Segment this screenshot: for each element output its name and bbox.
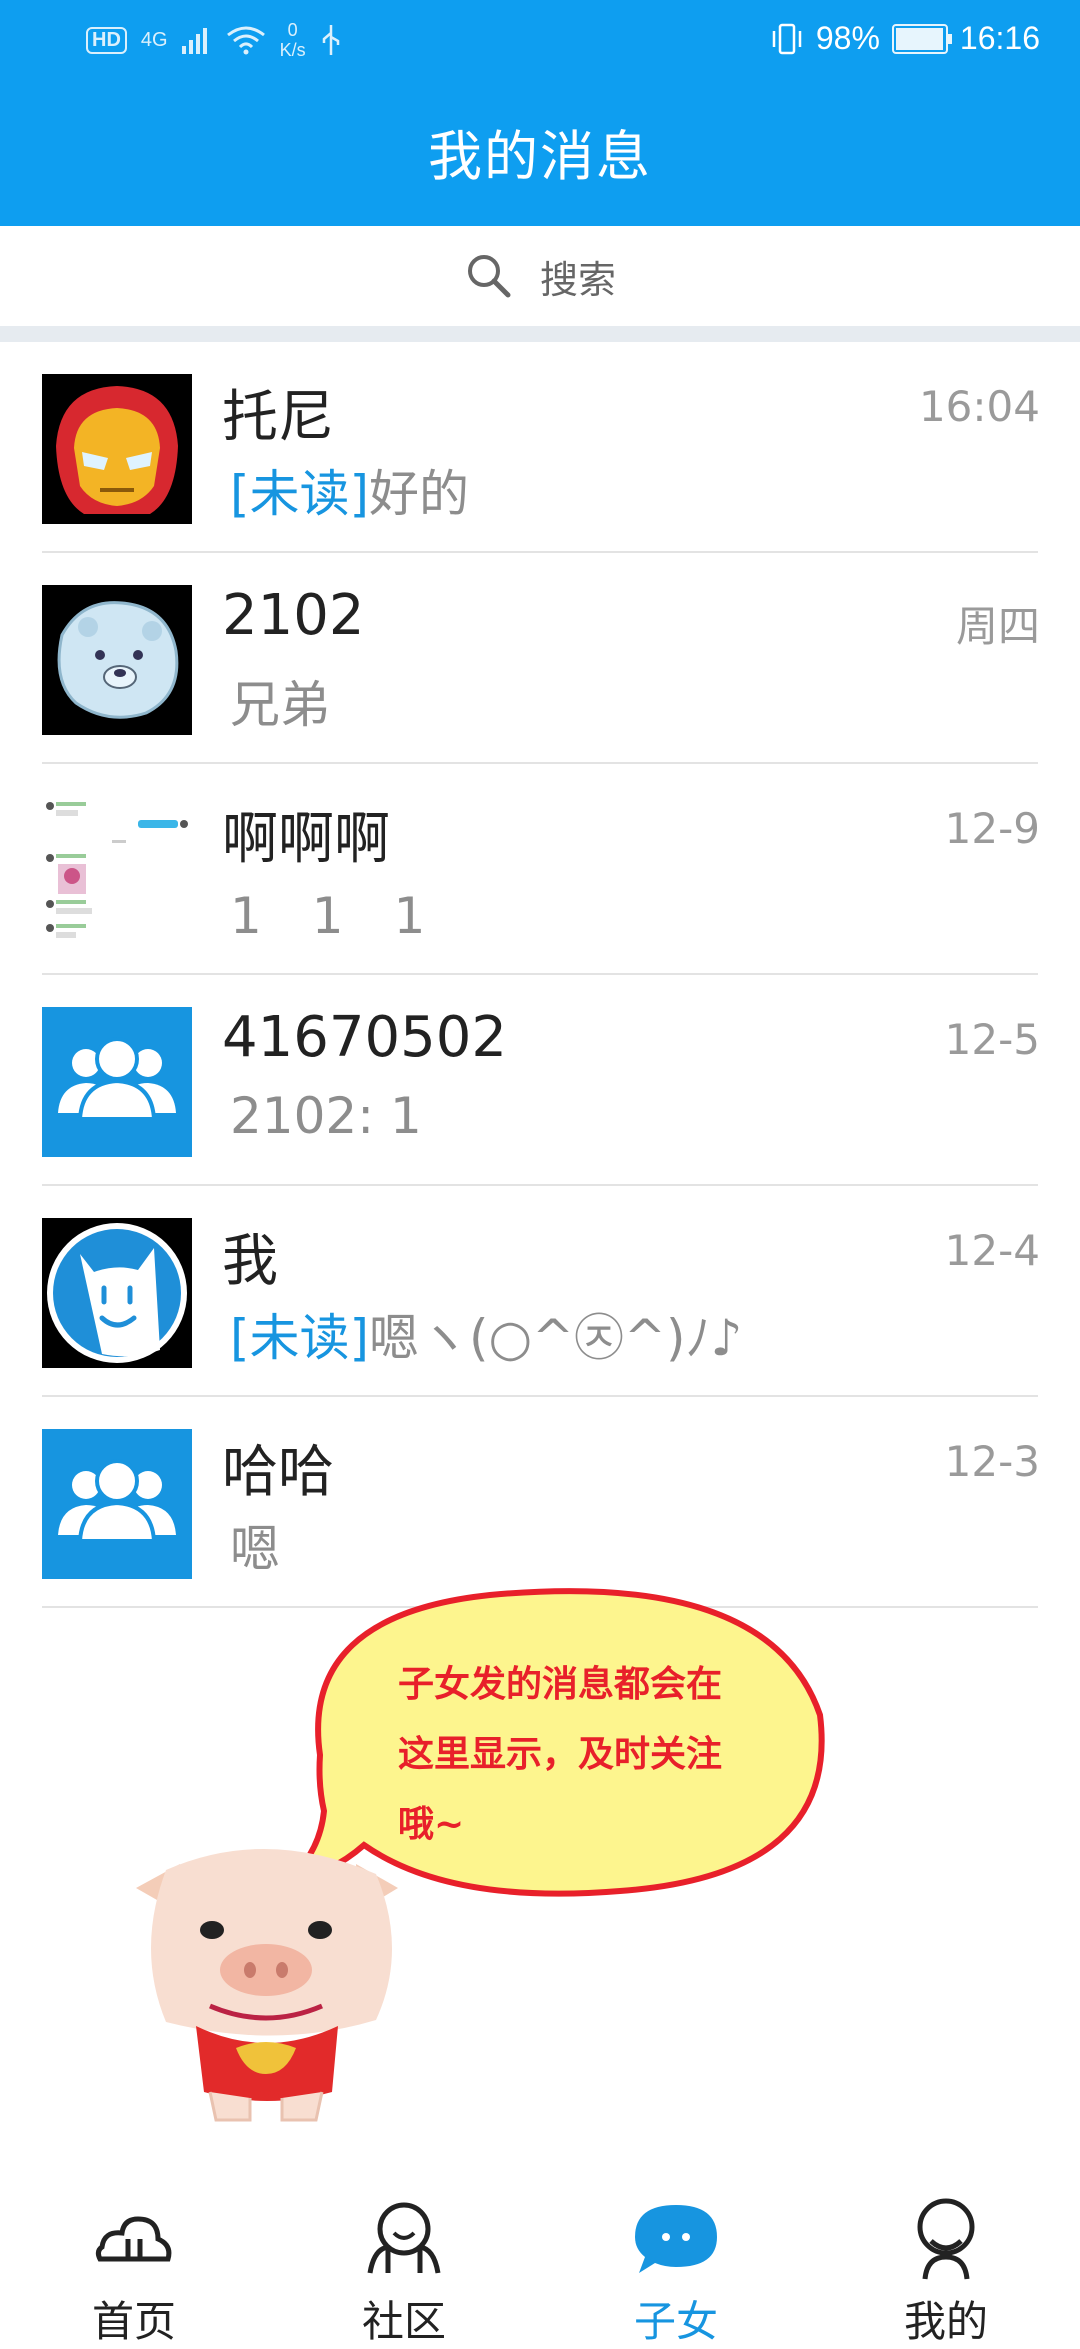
- ice-bear-avatar: [42, 585, 192, 735]
- section-divider: [0, 326, 1080, 342]
- chat-screenshot-avatar: [42, 796, 192, 946]
- conversation-row[interactable]: 41670502 12-5 2102: 1: [0, 975, 1080, 1186]
- usb-icon: [322, 25, 339, 55]
- group-icon: [42, 1429, 192, 1579]
- unread-tag: [未读]: [230, 1309, 370, 1367]
- preview-text: 1 1 1: [230, 887, 426, 945]
- conversation-list: 托尼 16:04 [未读]好的 2102 周四 兄弟 啊啊啊 12-9 1 1 …: [0, 342, 1080, 1608]
- status-time: 16:16: [959, 20, 1040, 56]
- preview-text: 嗯ヽ(○^㉨^)ﾉ♪: [369, 1309, 743, 1367]
- signal-icon: [181, 28, 207, 54]
- conversation-time: 12-4: [944, 1226, 1040, 1275]
- pig-mascot: [136, 1848, 398, 2122]
- tip-text: 子女发的消息都会在 这里显示，及时关注 哦~: [398, 1664, 723, 1845]
- cloud-home-icon: [95, 2216, 172, 2262]
- preview-text: 好的: [369, 465, 470, 523]
- search-icon: [467, 255, 511, 298]
- conversation-time: 12-3: [944, 1437, 1040, 1486]
- tab-home[interactable]: 首页: [34, 2196, 234, 2346]
- chat-bubble-icon: [635, 2205, 717, 2273]
- profile-icon: [917, 2198, 975, 2280]
- conversation-preview: 兄弟: [230, 665, 330, 737]
- page-title: 我的消息: [428, 125, 652, 188]
- conversation-name: 托尼: [222, 385, 334, 450]
- conversation-preview: 2102: 1: [230, 1087, 422, 1145]
- conversation-name: 哈哈: [222, 1440, 334, 1505]
- conversation-row[interactable]: 啊啊啊 12-9 1 1 1: [0, 764, 1080, 975]
- tab-children[interactable]: 子女: [576, 2196, 776, 2346]
- conversation-row[interactable]: 托尼 16:04 [未读]好的: [0, 342, 1080, 553]
- conversation-name: 啊啊啊: [222, 807, 390, 872]
- conversation-preview: 1 1 1: [230, 876, 425, 948]
- network-type: 4G: [140, 28, 168, 51]
- tab-community[interactable]: 社区: [304, 2196, 504, 2346]
- search-bar[interactable]: 搜索: [0, 226, 1080, 326]
- bottom-tabbar: 首页 社区 子女 我的: [0, 2180, 1080, 2346]
- conversation-name: 2102: [222, 583, 365, 648]
- preview-text: 2102: 1: [230, 1087, 422, 1145]
- hd-indicator: HD: [86, 26, 127, 54]
- group-icon: [42, 1007, 192, 1157]
- conversation-time: 16:04: [918, 382, 1040, 431]
- search-placeholder: 搜索: [539, 257, 616, 302]
- wifi-icon: [226, 26, 265, 55]
- preview-text: 兄弟: [230, 676, 330, 734]
- conversation-preview: [未读]嗯ヽ(○^㉨^)ﾉ♪: [230, 1298, 742, 1370]
- conversation-row[interactable]: 我 12-4 [未读]嗯ヽ(○^㉨^)ﾉ♪: [0, 1186, 1080, 1397]
- cat-face-avatar: [42, 1218, 192, 1368]
- unread-tag: [未读]: [230, 465, 370, 523]
- conversation-name: 我: [222, 1229, 278, 1294]
- conversation-time: 周四: [955, 602, 1040, 651]
- conversation-name: 41670502: [222, 1005, 508, 1070]
- network-speed: 0 K/s: [279, 20, 306, 60]
- tab-mine[interactable]: 我的: [846, 2196, 1046, 2346]
- conversation-preview: [未读]好的: [230, 454, 469, 526]
- battery-percent: 98%: [815, 20, 880, 56]
- ironman-avatar: [42, 374, 192, 524]
- status-bar: HD 4G 0 K/s 98% 16:16: [0, 0, 1080, 80]
- vibrate-icon: [772, 23, 802, 54]
- conversation-row[interactable]: 2102 周四 兄弟: [0, 553, 1080, 764]
- conversation-time: 12-5: [944, 1015, 1040, 1064]
- conversation-preview: 嗯: [230, 1509, 280, 1581]
- community-icon: [367, 2202, 441, 2274]
- app-header: HD 4G 0 K/s 98% 16:16 我的消息: [0, 0, 1080, 226]
- battery-icon: [891, 23, 952, 54]
- preview-text: 嗯: [230, 1520, 280, 1578]
- conversation-time: 12-9: [944, 804, 1040, 853]
